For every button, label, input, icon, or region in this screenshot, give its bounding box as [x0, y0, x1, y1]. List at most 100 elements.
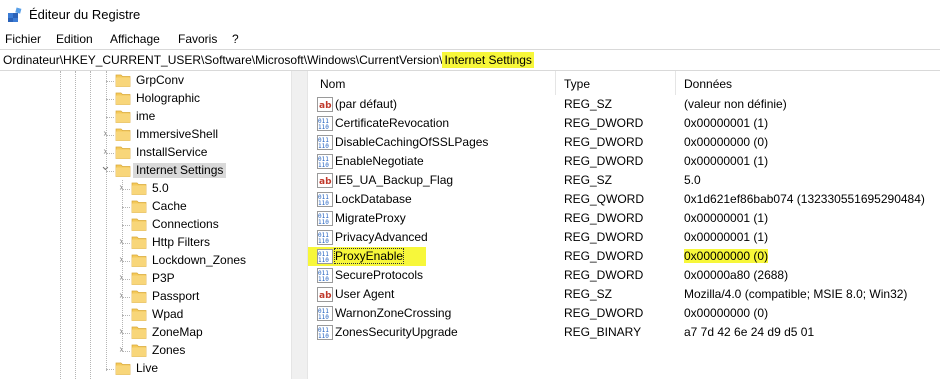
table-row[interactable]: 011 110 CertificateRevocation REG_DWORD 0x00…	[308, 114, 940, 133]
tree-node-label: InstallService	[136, 145, 208, 159]
value-data: 0x00000001 (1)	[684, 211, 769, 225]
svg-text:ab: ab	[319, 177, 332, 187]
table-row[interactable]: 011 110 DisableCachingOfSSLPages REG_DWORD 0…	[308, 133, 940, 152]
table-row[interactable]: ab User Agent REG_SZ Mozilla/4.0 (compatibl…	[308, 285, 940, 304]
key-tree[interactable]: GrpConv Holographic ime › ImmersiveShell › Ins…	[0, 71, 291, 379]
address-path[interactable]: Ordinateur\HKEY_CURRENT_USER\Software\Mi…	[3, 52, 534, 68]
tree-node[interactable]: › 5.0	[0, 180, 291, 198]
table-row[interactable]: 011 110 ZonesSecurityUpgrade REG_BINARY a7 7…	[308, 323, 940, 342]
table-row[interactable]: 011 110 SecureProtocols REG_DWORD 0x00000a80…	[308, 266, 940, 285]
tree-node[interactable]: Holographic	[0, 90, 291, 108]
tree-connector	[122, 225, 130, 226]
table-row[interactable]: 011 110 PrivacyAdvanced REG_DWORD 0x00000001…	[308, 228, 940, 247]
svg-text:110: 110	[318, 333, 329, 340]
values-list[interactable]: Nom Type Données ab (par défaut) REG_SZ (va…	[308, 71, 940, 379]
value-name: MigrateProxy	[335, 211, 406, 225]
svg-text:110: 110	[318, 314, 329, 321]
tree-connector	[106, 81, 114, 82]
tree-node[interactable]: › Zones	[0, 342, 291, 360]
column-name[interactable]: Nom	[320, 77, 345, 91]
chevron-right-icon[interactable]: ›	[100, 128, 110, 140]
chevron-right-icon[interactable]: ›	[116, 182, 126, 194]
chevron-right-icon[interactable]: ›	[100, 146, 110, 158]
value-type: REG_SZ	[564, 287, 613, 301]
tree-node[interactable]: › Lockdown_Zones	[0, 252, 291, 270]
binary-value-icon: 011 110	[317, 325, 333, 340]
value-data: 0x00000001 (1)	[684, 116, 769, 130]
folder-icon	[131, 325, 147, 340]
tree-node[interactable]: ime	[0, 108, 291, 126]
tree-node[interactable]: GrpConv	[0, 72, 291, 90]
value-data: 0x00000a80 (2688)	[684, 268, 789, 282]
menu-favoris[interactable]: Favoris	[178, 32, 217, 46]
value-type: REG_BINARY	[564, 325, 642, 339]
value-name: ProxyEnable	[333, 248, 405, 264]
binary-value-icon: 011 110	[317, 192, 333, 207]
table-row[interactable]: 011 110 MigrateProxy REG_DWORD 0x00000001 (1…	[308, 209, 940, 228]
binary-value-icon: 011 110	[317, 116, 333, 131]
string-value-icon: ab	[317, 97, 333, 112]
column-type[interactable]: Type	[564, 77, 590, 91]
value-name: PrivacyAdvanced	[335, 230, 428, 244]
tree-node[interactable]: ⌄ Internet Settings	[0, 159, 291, 180]
tree-node-label: Connections	[152, 217, 219, 231]
value-name: CertificateRevocation	[335, 116, 450, 130]
table-row[interactable]: 011 110 LockDatabase REG_QWORD 0x1d621ef86ba…	[308, 190, 940, 209]
value-name: ZonesSecurityUpgrade	[335, 325, 458, 339]
window-title: Éditeur du Registre	[29, 7, 141, 22]
binary-value-icon: 011 110	[317, 230, 333, 245]
column-divider[interactable]	[675, 71, 676, 95]
table-row[interactable]: 011 110 WarnonZoneCrossing REG_DWORD 0x00000…	[308, 304, 940, 323]
folder-icon	[131, 271, 147, 286]
folder-icon	[115, 163, 131, 178]
tree-node[interactable]: › Passport	[0, 288, 291, 306]
address-current-key: Internet Settings	[442, 52, 534, 68]
menu-affichage[interactable]: Affichage	[110, 32, 160, 46]
tree-node[interactable]: Live	[0, 360, 291, 378]
folder-icon	[131, 181, 147, 196]
binary-value-icon: 011 110	[317, 306, 333, 321]
folder-icon	[131, 217, 147, 232]
column-data[interactable]: Données	[684, 77, 732, 91]
table-row[interactable]: ab (par défaut) REG_SZ (valeur non définie)	[308, 95, 940, 114]
menu-edition[interactable]: Edition	[56, 32, 93, 46]
chevron-right-icon[interactable]: ›	[116, 344, 126, 356]
string-value-icon: ab	[317, 287, 333, 302]
table-row[interactable]: 011 110 EnableNegotiate REG_DWORD 0x00000001…	[308, 152, 940, 171]
value-data: 5.0	[684, 173, 701, 187]
list-header: Nom Type Données	[308, 71, 940, 95]
svg-text:ab: ab	[319, 101, 332, 111]
tree-node[interactable]: Cache	[0, 198, 291, 216]
chevron-right-icon[interactable]: ›	[116, 272, 126, 284]
tree-node[interactable]: › ZoneMap	[0, 324, 291, 342]
menu-help[interactable]: ?	[232, 32, 239, 46]
tree-node[interactable]: › P3P	[0, 270, 291, 288]
svg-text:110: 110	[318, 257, 329, 264]
tree-node[interactable]: › ImmersiveShell	[0, 126, 291, 144]
menu-fichier[interactable]: Fichier	[5, 32, 41, 46]
address-bar[interactable]: Ordinateur\HKEY_CURRENT_USER\Software\Mi…	[0, 49, 940, 71]
value-name: SecureProtocols	[335, 268, 424, 282]
tree-node-label: GrpConv	[136, 73, 185, 87]
tree-node-label: 5.0	[152, 181, 169, 195]
column-divider[interactable]	[555, 71, 556, 95]
folder-icon	[115, 127, 131, 142]
tree-node[interactable]: › Http Filters	[0, 234, 291, 252]
table-row[interactable]: 011 110 ProxyEnable REG_DWORD 0x00000000 (0)	[308, 247, 940, 266]
folder-icon	[131, 307, 147, 322]
value-data: 0x00000001 (1)	[684, 230, 769, 244]
tree-node-label: Lockdown_Zones	[152, 253, 247, 267]
tree-scrollbar[interactable]	[291, 71, 308, 379]
tree-node[interactable]: › InstallService	[0, 144, 291, 162]
folder-icon	[131, 289, 147, 304]
chevron-right-icon[interactable]: ›	[116, 236, 126, 248]
chevron-right-icon[interactable]: ›	[116, 290, 126, 302]
value-data: 0x1d621ef86bab074 (132330551695290484)	[684, 192, 925, 206]
table-row[interactable]: ab IE5_UA_Backup_Flag REG_SZ 5.0	[308, 171, 940, 190]
tree-connector	[106, 99, 114, 100]
chevron-right-icon[interactable]: ›	[116, 326, 126, 338]
chevron-right-icon[interactable]: ›	[116, 254, 126, 266]
tree-node[interactable]: Connections	[0, 216, 291, 234]
chevron-down-icon[interactable]: ⌄	[100, 159, 111, 172]
tree-node[interactable]: Wpad	[0, 306, 291, 324]
